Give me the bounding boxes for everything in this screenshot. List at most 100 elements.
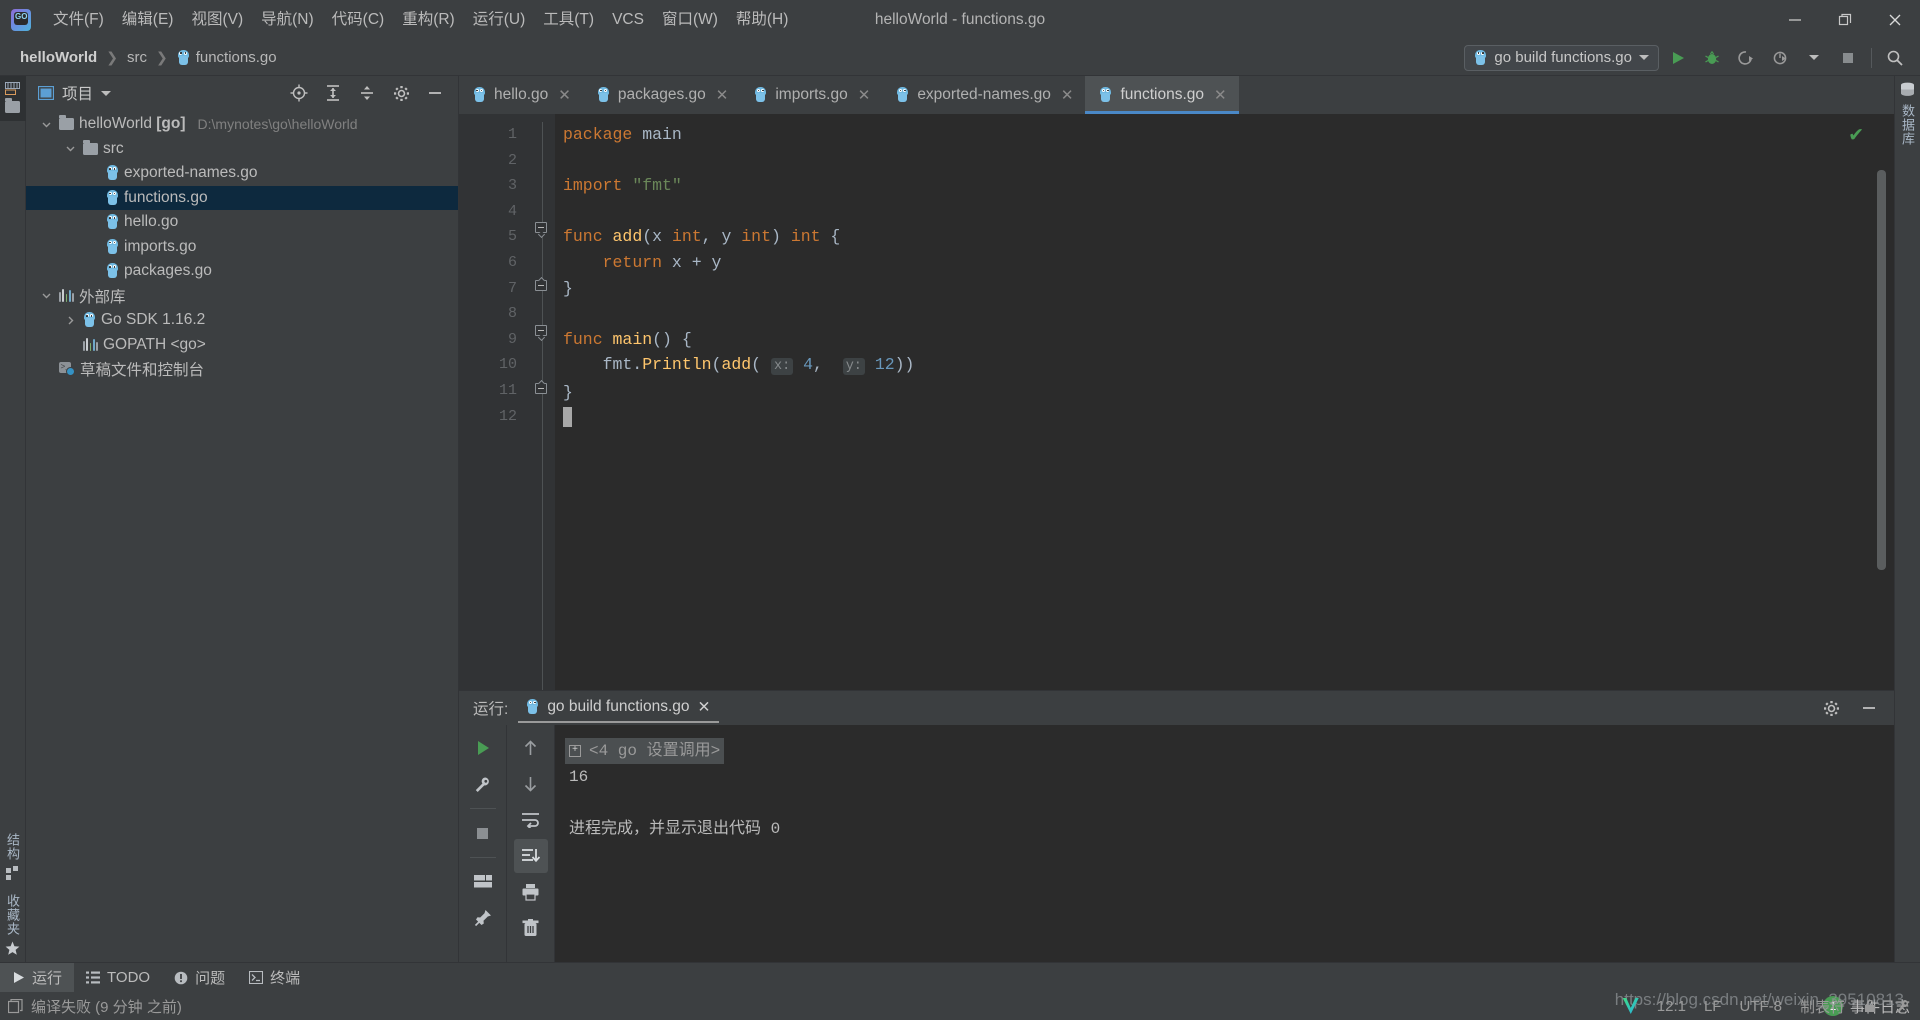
tab-exported-names-go[interactable]: exported-names.go ✕ bbox=[882, 76, 1085, 114]
code-editor[interactable]: 1 2 3 4 5 6 7 8 9 10 11 12 package main … bbox=[459, 114, 1894, 690]
chevron-right-icon[interactable] bbox=[62, 316, 78, 325]
search-everywhere-button[interactable] bbox=[1880, 43, 1910, 73]
menu-vcs[interactable]: VCS bbox=[603, 6, 653, 34]
settings-wrench-icon[interactable] bbox=[1895, 999, 1910, 1014]
tree-item-go-sdk[interactable]: Go SDK 1.16.2 bbox=[26, 308, 458, 333]
menu-window[interactable]: 窗口(W) bbox=[653, 6, 727, 34]
line-number: 1 bbox=[507, 126, 517, 143]
tab-packages-go[interactable]: packages.go ✕ bbox=[583, 76, 740, 114]
sidebar-item-structure[interactable]: 结构 bbox=[3, 833, 22, 880]
code-text[interactable]: package main import "fmt" func add(x int… bbox=[555, 114, 1894, 690]
collapse-all-button[interactable] bbox=[352, 78, 382, 108]
sidebar-item-favorites[interactable]: 收藏夹 bbox=[3, 894, 22, 956]
fold-marker-func-main[interactable] bbox=[535, 325, 549, 342]
menu-help[interactable]: 帮助(H) bbox=[727, 6, 798, 34]
pin-tab-button[interactable] bbox=[466, 901, 500, 935]
breadcrumb-file[interactable]: functions.go bbox=[171, 47, 283, 68]
menu-tools[interactable]: 工具(T) bbox=[534, 6, 603, 34]
soft-wrap-button[interactable] bbox=[514, 803, 548, 837]
tree-item-packages-go[interactable]: packages.go bbox=[26, 259, 458, 284]
select-opened-file-button[interactable] bbox=[284, 78, 314, 108]
layout-settings-button[interactable] bbox=[466, 865, 500, 899]
run-button[interactable] bbox=[1663, 43, 1693, 73]
fold-marker-func-add-end[interactable] bbox=[535, 276, 549, 294]
close-icon[interactable]: ✕ bbox=[698, 698, 711, 717]
code-folding-gutter[interactable] bbox=[529, 114, 555, 690]
run-settings-gear-button[interactable] bbox=[1816, 693, 1846, 723]
indent-setting[interactable]: 制表符 bbox=[1800, 996, 1845, 1017]
settings-gear-button[interactable] bbox=[386, 78, 416, 108]
bottom-item-todo[interactable]: TODO bbox=[74, 963, 162, 993]
lock-icon[interactable] bbox=[1863, 999, 1877, 1013]
menu-edit[interactable]: 编辑(E) bbox=[113, 6, 183, 34]
close-icon[interactable]: ✕ bbox=[1214, 86, 1227, 104]
maximize-button[interactable] bbox=[1820, 0, 1870, 40]
hide-panel-button[interactable] bbox=[420, 78, 450, 108]
chevron-down-icon[interactable] bbox=[62, 144, 78, 153]
stop-process-button[interactable] bbox=[466, 816, 500, 850]
inspection-status-icon[interactable]: ✔ bbox=[1848, 124, 1864, 147]
chevron-down-icon[interactable] bbox=[38, 291, 54, 300]
menu-view[interactable]: 视图(V) bbox=[182, 6, 252, 34]
breadcrumb-project[interactable]: helloWorld bbox=[14, 47, 103, 68]
bottom-item-terminal[interactable]: 终端 bbox=[237, 963, 312, 993]
bottom-item-problems[interactable]: 问题 bbox=[162, 963, 237, 993]
run-with-coverage-button[interactable] bbox=[1731, 43, 1761, 73]
tab-hello-go[interactable]: hello.go ✕ bbox=[459, 76, 583, 114]
tree-item-external-libraries[interactable]: 外部库 bbox=[26, 284, 458, 309]
chevron-down-icon[interactable] bbox=[101, 90, 112, 96]
breadcrumb-src[interactable]: src bbox=[121, 47, 153, 68]
close-button[interactable] bbox=[1870, 0, 1920, 40]
fold-marker-func-main-end[interactable] bbox=[535, 379, 549, 397]
line-separator[interactable]: LF bbox=[1704, 998, 1722, 1015]
expand-icon[interactable]: + bbox=[569, 745, 581, 757]
caret-position[interactable]: 12:1 bbox=[1657, 998, 1686, 1015]
close-icon[interactable]: ✕ bbox=[558, 86, 571, 104]
rerun-button[interactable] bbox=[466, 731, 500, 765]
menu-run[interactable]: 运行(U) bbox=[464, 6, 535, 34]
menu-refactor[interactable]: 重构(R) bbox=[393, 6, 464, 34]
console-command[interactable]: + <4 go 设置调用> bbox=[565, 738, 725, 764]
tab-functions-go[interactable]: functions.go ✕ bbox=[1085, 76, 1239, 114]
run-tab-go-build[interactable]: go build functions.go ✕ bbox=[518, 694, 719, 723]
run-configuration-selector[interactable]: go build functions.go bbox=[1464, 44, 1659, 71]
scroll-to-end-button[interactable] bbox=[513, 839, 548, 873]
bottom-item-run[interactable]: 运行 bbox=[0, 962, 75, 993]
debug-button[interactable] bbox=[1697, 43, 1727, 73]
scroll-up-button[interactable] bbox=[514, 731, 548, 765]
tree-item-helloworld[interactable]: helloWorld [go] D:\mynotes\go\helloWorld bbox=[26, 112, 458, 137]
more-run-options-button[interactable] bbox=[1799, 43, 1829, 73]
profile-button[interactable] bbox=[1765, 43, 1795, 73]
chevron-down-icon[interactable] bbox=[38, 120, 54, 129]
menu-navigate[interactable]: 导航(N) bbox=[252, 6, 323, 34]
run-console-output[interactable]: + <4 go 设置调用> 16 进程完成，并显示退出代码 0 bbox=[555, 725, 1894, 962]
scroll-down-button[interactable] bbox=[514, 767, 548, 801]
hide-run-panel-button[interactable] bbox=[1854, 693, 1884, 723]
fold-marker-func-add[interactable] bbox=[535, 222, 549, 239]
tree-item-imports-go[interactable]: imports.go bbox=[26, 235, 458, 260]
tree-item-hello-go[interactable]: hello.go bbox=[26, 210, 458, 235]
stop-button[interactable] bbox=[1833, 43, 1863, 73]
menu-code[interactable]: 代码(C) bbox=[323, 6, 394, 34]
file-encoding[interactable]: UTF-8 bbox=[1739, 998, 1782, 1015]
edit-configuration-button[interactable] bbox=[466, 767, 500, 801]
tab-imports-go[interactable]: imports.go ✕ bbox=[740, 76, 882, 114]
clear-all-button[interactable] bbox=[514, 911, 548, 945]
tree-item-src[interactable]: src bbox=[26, 137, 458, 162]
folder-icon[interactable] bbox=[5, 98, 20, 113]
tree-item-gopath[interactable]: GOPATH <go> bbox=[26, 333, 458, 358]
tree-item-exported-names-go[interactable]: exported-names.go bbox=[26, 161, 458, 186]
close-icon[interactable]: ✕ bbox=[858, 86, 871, 104]
database-icon[interactable] bbox=[1899, 82, 1916, 99]
editor-scrollbar-thumb[interactable] bbox=[1877, 170, 1886, 570]
minimize-button[interactable] bbox=[1770, 0, 1820, 40]
menu-file[interactable]: 文件(F) bbox=[44, 6, 113, 34]
close-icon[interactable]: ✕ bbox=[1061, 86, 1074, 104]
tree-item-functions-go[interactable]: functions.go bbox=[26, 185, 458, 210]
expand-all-button[interactable] bbox=[318, 78, 348, 108]
tree-item-scratches-consoles[interactable]: >_ 草稿文件和控制台 bbox=[26, 357, 458, 382]
close-icon[interactable]: ✕ bbox=[716, 86, 729, 104]
print-button[interactable] bbox=[514, 875, 548, 909]
build-status-text[interactable]: 编译失败 (9 分钟 之前) bbox=[31, 996, 182, 1017]
build-status-icon[interactable] bbox=[8, 998, 23, 1014]
